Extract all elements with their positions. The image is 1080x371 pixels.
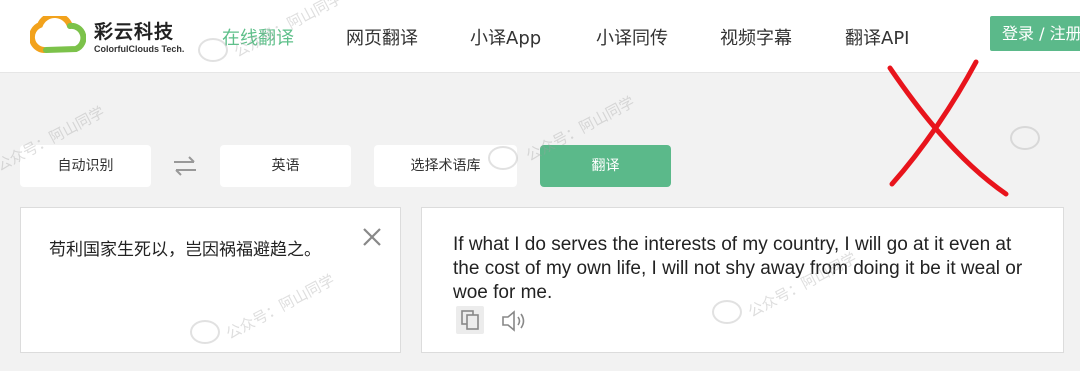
brand-name-en: ColorfulClouds Tech. <box>94 44 185 54</box>
source-panel: 苟利国家生死以，岂因祸福避趋之。 <box>20 207 401 353</box>
nav-app[interactable]: 小译App <box>470 24 541 50</box>
nav-api[interactable]: 翻译API <box>845 24 909 50</box>
copy-button[interactable] <box>456 306 484 334</box>
logo-cloud-icon <box>30 16 86 53</box>
speaker-icon[interactable] <box>500 309 528 333</box>
result-panel: If what I do serves the interests of my … <box>421 207 1064 353</box>
copy-icon <box>461 310 479 330</box>
translate-button[interactable]: 翻译 <box>540 145 671 187</box>
glossary-select[interactable]: 选择术语库 <box>374 145 517 187</box>
login-register-button[interactable]: 登录 / 注册 <box>990 16 1080 51</box>
nav-web-translate[interactable]: 网页翻译 <box>346 24 418 50</box>
nav-video-subtitles[interactable]: 视频字幕 <box>720 24 792 50</box>
brand-name: 彩云科技 <box>94 21 175 43</box>
swap-arrows-icon[interactable] <box>172 155 198 177</box>
translation-output: If what I do serves the interests of my … <box>453 234 1023 303</box>
watermark-logo <box>1010 126 1040 150</box>
target-language-select[interactable]: 英语 <box>220 145 351 187</box>
source-language-select[interactable]: 自动识别 <box>20 145 151 187</box>
nav-simultaneous[interactable]: 小译同传 <box>596 24 668 50</box>
close-icon[interactable] <box>361 226 383 248</box>
nav-online-translate[interactable]: 在线翻译 <box>222 24 294 50</box>
top-nav-bar: 彩云科技 ColorfulClouds Tech. 在线翻译 网页翻译 小译Ap… <box>0 0 1080 73</box>
red-cross-mark <box>887 59 1009 197</box>
source-text-input[interactable]: 苟利国家生死以，岂因祸福避趋之。 <box>49 235 321 260</box>
